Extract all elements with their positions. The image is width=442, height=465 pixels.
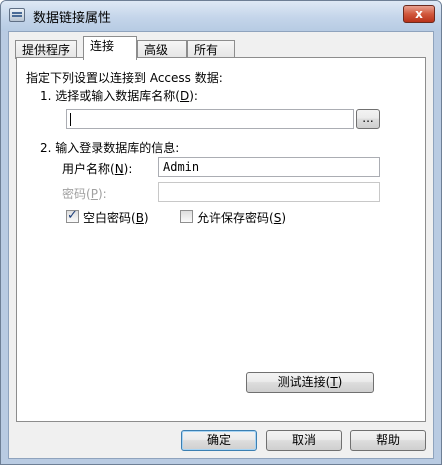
- password-label: 密码(P):: [62, 185, 107, 202]
- step1-label: 1. 选择或输入数据库名称(D):: [40, 87, 198, 104]
- step1-suffix: ):: [189, 89, 198, 103]
- step1-access-key: D: [179, 89, 190, 103]
- help-button[interactable]: 帮助: [350, 430, 426, 451]
- test-connection-prefix: 测试连接(: [277, 375, 331, 389]
- database-name-input[interactable]: [66, 109, 354, 129]
- password-label-prefix: 密码(: [62, 187, 91, 201]
- step2-label: 2. 输入登录数据库的信息:: [40, 141, 180, 155]
- ok-label: 确定: [206, 433, 231, 447]
- step1-prefix: 1. 选择或输入数据库名称(: [40, 89, 180, 103]
- title-bar[interactable]: 数据链接属性 x: [1, 1, 441, 31]
- connection-panel: 指定下列设置以连接到 Access 数据: 1. 选择或输入数据库名称(D): …: [16, 57, 426, 422]
- window-title: 数据链接属性: [33, 11, 112, 26]
- blank-password-prefix: 空白密码(: [83, 211, 136, 225]
- blank-password-access-key: B: [135, 211, 144, 225]
- password-input[interactable]: [158, 182, 380, 202]
- username-label: 用户名称(N):: [62, 160, 132, 177]
- data-link-properties-dialog: 数据链接属性 x 提供程序 连接 高级 所有 指定下列设置以连接到 Access…: [0, 0, 442, 465]
- password-label-suffix: ):: [97, 187, 107, 201]
- blank-password-checkbox[interactable]: [66, 208, 79, 223]
- blank-password-label[interactable]: 空白密码(B): [83, 209, 149, 226]
- username-access-key: N: [114, 162, 124, 176]
- help-label: 帮助: [375, 433, 400, 447]
- username-label-prefix: 用户名称(: [62, 162, 115, 176]
- username-input[interactable]: Admin: [158, 157, 380, 177]
- browse-button[interactable]: ...: [356, 109, 380, 129]
- password-access-key: P: [90, 187, 98, 201]
- allow-save-prefix: 允许保存密码(: [197, 211, 274, 225]
- cancel-label: 取消: [291, 433, 316, 447]
- allow-save-password-checkbox[interactable]: [180, 210, 193, 223]
- ok-button[interactable]: 确定: [181, 430, 257, 451]
- browse-label: ...: [362, 111, 374, 125]
- test-connection-access-key: T: [330, 375, 338, 389]
- dialog-client-area: 提供程序 连接 高级 所有 指定下列设置以连接到 Access 数据: 1. 选…: [8, 31, 434, 459]
- test-connection-button[interactable]: 测试连接(T): [246, 372, 374, 393]
- text-caret: [70, 113, 71, 126]
- test-connection-suffix: ): [337, 375, 343, 389]
- allow-save-password-label[interactable]: 允许保存密码(S): [197, 209, 286, 226]
- close-icon: x: [415, 7, 423, 21]
- connection-intro: 指定下列设置以连接到 Access 数据:: [26, 71, 223, 85]
- blank-password-suffix: ): [143, 211, 149, 225]
- allow-save-suffix: ): [281, 211, 286, 225]
- username-value: Admin: [163, 160, 200, 174]
- username-label-suffix: ):: [123, 162, 133, 176]
- data-link-icon: [9, 8, 25, 22]
- tab-connection[interactable]: 连接: [83, 36, 137, 60]
- close-button[interactable]: x: [403, 5, 435, 23]
- cancel-button[interactable]: 取消: [266, 430, 342, 451]
